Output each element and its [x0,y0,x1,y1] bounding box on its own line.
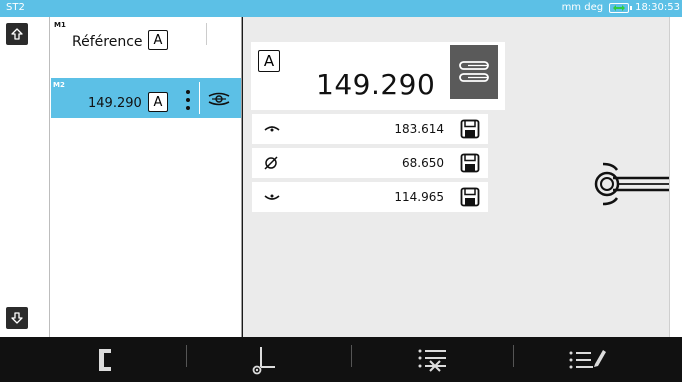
arrow-down-icon [11,312,23,324]
bracket-button[interactable] [90,342,120,377]
probe-graphic [594,162,671,206]
bracket-icon [99,348,111,371]
measurement-tag: M1 [54,21,66,29]
divider [206,23,207,45]
toolbar-divider [351,345,352,367]
toolbar-divider [513,345,514,367]
units-label: mm deg [561,2,604,13]
bottom-arc-icon [264,194,280,200]
scroll-down-button[interactable] [6,307,28,329]
save-icon[interactable] [460,153,480,173]
pin-gauge-icon [459,61,489,82]
save-icon[interactable] [460,187,480,207]
divider [199,82,200,114]
measurement-value: 114.965 [394,190,444,204]
nav-column [0,17,50,337]
list-edit-icon [569,349,606,368]
axis-badge: A [148,30,168,50]
status-bar: ST2 mm deg 18:30:53 [0,0,682,17]
top-arc-icon [264,126,280,132]
save-icon[interactable] [460,119,480,139]
measurement-tag: M2 [53,81,65,89]
measurement-row-bottom: 114.965 [252,182,488,212]
right-edge-panel [669,17,682,337]
status-info: mm deg 18:30:53 [562,2,680,13]
measurement-row-top: 183.614 [252,114,488,144]
reference-label: Référence [72,34,143,50]
view-mode-icon[interactable] [206,92,232,106]
result-value: 149.290 [316,68,436,101]
result-card: A 149.290 [251,42,505,110]
toolbar-divider [186,345,187,367]
arrow-up-icon [11,28,23,40]
list-item-reference[interactable]: M1 Référence A [50,17,242,59]
pin-gauge-button[interactable] [450,45,498,99]
probe-icon [252,346,275,374]
axis-badge: A [148,92,168,112]
measurement-value: 183.614 [394,122,444,136]
edit-list-button[interactable] [567,342,607,377]
clock: 18:30:53 [635,2,680,13]
list-delete-icon [418,349,446,372]
bottom-toolbar [0,337,682,382]
axis-badge: A [258,50,280,72]
battery-icon [609,2,633,13]
probe-button[interactable] [248,342,278,377]
screen-title: ST2 [6,2,25,13]
scroll-up-button[interactable] [6,23,28,45]
measurement-value: 68.650 [402,156,444,170]
measurement-list: M1 Référence A M2 149.290 A [50,17,242,337]
measurement-row-diameter: 68.650 [252,148,488,178]
diameter-icon [264,156,278,170]
delete-list-button[interactable] [416,342,450,377]
measurement-value: 149.290 [88,96,142,111]
more-options-icon[interactable] [185,90,191,110]
list-item-selected[interactable]: M2 149.290 A [51,78,241,118]
